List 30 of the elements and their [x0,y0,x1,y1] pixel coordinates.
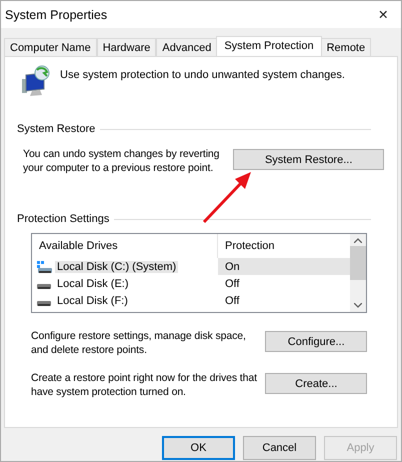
window-title: System Properties [5,8,108,22]
configure-button[interactable]: Configure... [265,331,367,352]
tab[interactable]: Advanced [156,38,218,56]
column-header[interactable]: Protection [218,240,275,252]
group-title: System Restore [17,123,96,135]
protection-status: Off [224,294,240,308]
tab[interactable]: Remote [320,38,372,56]
description-text: You can undo system changes by reverting your computer to a previous restore point. [23,147,220,175]
column-header[interactable]: Available Drives [32,240,118,252]
dialog-button[interactable]: Cancel [243,436,316,460]
description-text: Configure restore settings, manage disk space, and delete restore points. [31,329,247,357]
group-title: Protection Settings [17,213,110,225]
protection-status: On [218,258,350,275]
tab[interactable]: Hardware [96,38,156,56]
dialog-button[interactable]: OK [162,436,235,460]
drive-name[interactable]: Local Disk (C:) (System) [55,260,178,272]
drive-name[interactable]: Local Disk (F:) [55,294,130,306]
system-restore-button[interactable]: System Restore... [233,149,384,170]
scroll-down-icon[interactable] [354,303,362,308]
tab[interactable]: System Protection [216,36,322,56]
computer-restore-icon [20,65,50,97]
tab[interactable]: Computer Name [4,38,97,56]
scroll-up-icon[interactable] [354,238,362,243]
close-button[interactable]: ✕ [374,7,393,22]
description-text: Create a restore point right now for the drives that have system protection turned on. [31,371,258,399]
scrollbar-thumb[interactable] [350,246,366,280]
protection-status: Off [224,276,240,292]
create-button[interactable]: Create... [265,373,367,394]
drive-name[interactable]: Local Disk (E:) [55,278,131,290]
description-text: Use system protection to undo unwanted system changes. [60,69,345,81]
